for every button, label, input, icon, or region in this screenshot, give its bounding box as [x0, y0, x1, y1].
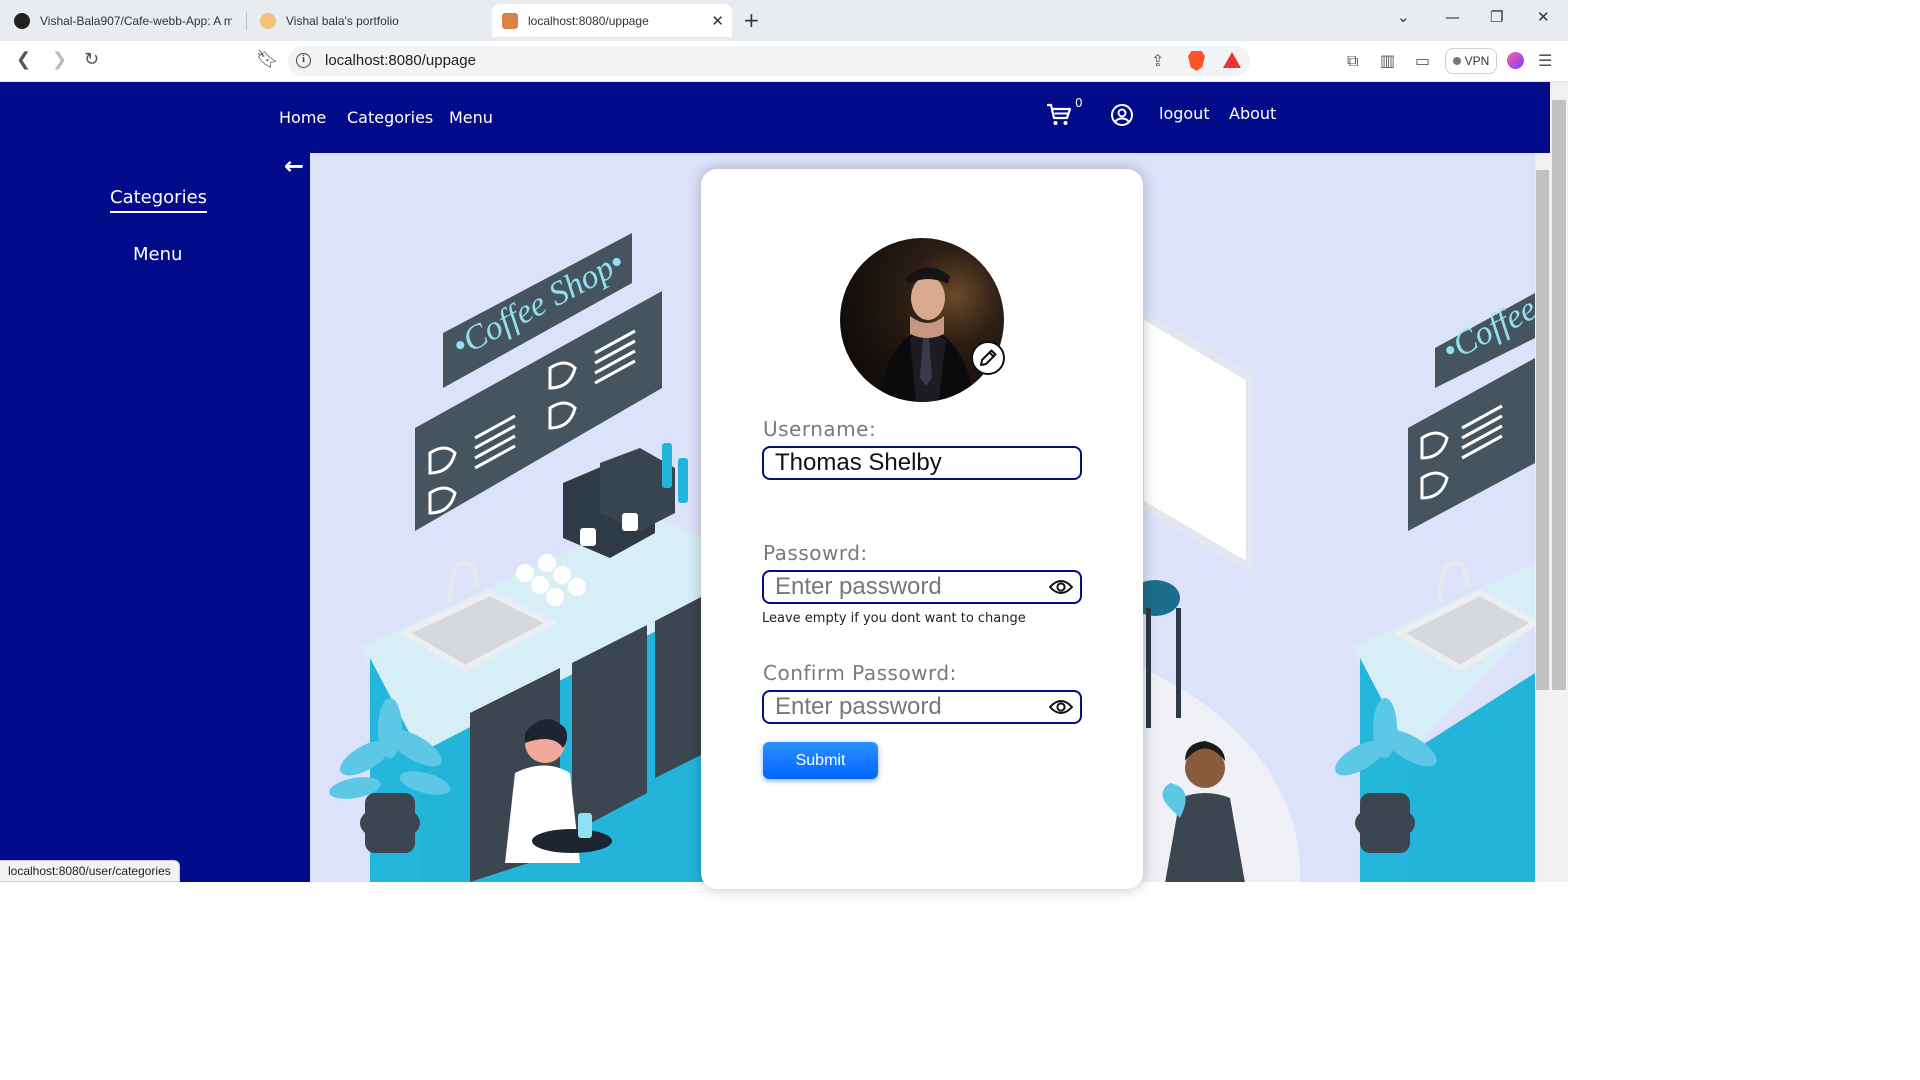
submit-button[interactable]: Submit [763, 742, 878, 779]
password-input[interactable] [762, 570, 1082, 604]
site-info-icon[interactable]: i [296, 53, 311, 68]
page-scrollbar[interactable] [1550, 82, 1568, 882]
sidebar-item-menu[interactable]: Menu [133, 244, 182, 265]
username-input[interactable] [762, 446, 1082, 480]
reload-icon[interactable]: ↻ [84, 49, 99, 70]
browser-tab-bar: Vishal-Bala907/Cafe-webb-App: A more Vis… [0, 0, 1568, 41]
sidebar-item-categories[interactable]: Categories [110, 187, 208, 213]
forward-icon[interactable]: ❯ [52, 49, 67, 70]
tab-title: Vishal-Bala907/Cafe-webb-App: A more [40, 13, 232, 28]
vpn-label: VPN [1464, 54, 1490, 68]
tab-title: Vishal bala's portfolio [286, 13, 399, 28]
nav-home[interactable]: Home [279, 108, 326, 127]
show-password-eye-icon[interactable] [1049, 578, 1073, 596]
tab-search-chevron-icon[interactable]: ⌄ [1397, 8, 1410, 26]
page-scrollbar-thumb[interactable] [1552, 100, 1566, 690]
edit-photo-button[interactable] [971, 341, 1005, 375]
profile-photo [880, 267, 975, 402]
show-confirm-password-eye-icon[interactable] [1049, 698, 1073, 716]
close-icon[interactable]: ✕ [711, 12, 724, 30]
tab-github[interactable]: Vishal-Bala907/Cafe-webb-App: A more [4, 4, 242, 37]
nav-menu[interactable]: Menu [449, 108, 493, 127]
vpn-button[interactable]: VPN [1445, 48, 1497, 74]
user-profile-icon[interactable] [1110, 103, 1134, 127]
confirm-password-input[interactable] [762, 690, 1082, 724]
restore-icon[interactable]: ❐ [1490, 8, 1503, 26]
tab-portfolio[interactable]: Vishal bala's portfolio [250, 4, 488, 37]
cart-count-badge: 0 [1075, 96, 1083, 110]
password-hint: Leave empty if you dont want to change [762, 611, 1026, 626]
new-tab-icon[interactable]: + [743, 8, 760, 32]
tab-separator [246, 12, 247, 30]
share-icon[interactable]: ⇪ [1151, 51, 1164, 70]
cart-icon[interactable] [1046, 103, 1072, 127]
back-arrow-icon[interactable]: ← [284, 152, 304, 180]
url-text[interactable]: localhost:8080/uppage [325, 52, 476, 69]
window-close-icon[interactable]: ✕ [1537, 8, 1550, 26]
vpn-status-icon [1452, 57, 1461, 65]
confirm-password-label: Confirm Passowrd: [763, 661, 957, 685]
menu-icon[interactable]: ☰ [1538, 51, 1552, 70]
cafe-favicon-icon [502, 12, 518, 29]
brave-rewards-icon[interactable] [1223, 52, 1241, 68]
nav-categories[interactable]: Categories [347, 108, 433, 127]
extensions-icon[interactable]: ⧉ [1347, 51, 1358, 71]
username-label: Username: [763, 417, 877, 441]
site-navbar [0, 82, 1550, 153]
pencil-icon [980, 349, 997, 366]
tab-uppage[interactable]: localhost:8080/uppage ✕ [492, 4, 732, 37]
nav-logout[interactable]: logout [1159, 104, 1210, 123]
wallet-icon[interactable]: ▭ [1415, 51, 1430, 70]
github-icon [14, 12, 30, 29]
sidebar-toggle-icon[interactable]: ▥ [1380, 51, 1395, 70]
bookmark-icon[interactable]: 🔖︎ [256, 49, 279, 70]
content-scrollbar-thumb[interactable] [1536, 170, 1549, 690]
password-label: Passowrd: [763, 541, 868, 565]
status-bar-url: localhost:8080/user/categories [0, 860, 180, 882]
leo-ai-icon[interactable] [1507, 52, 1524, 69]
profile-avatar [840, 238, 1004, 402]
back-icon[interactable]: ❮ [16, 49, 31, 70]
avatar-icon [260, 12, 276, 29]
nav-about[interactable]: About [1229, 104, 1276, 123]
minimize-icon[interactable]: — [1445, 8, 1460, 26]
tab-title: localhost:8080/uppage [528, 13, 649, 28]
